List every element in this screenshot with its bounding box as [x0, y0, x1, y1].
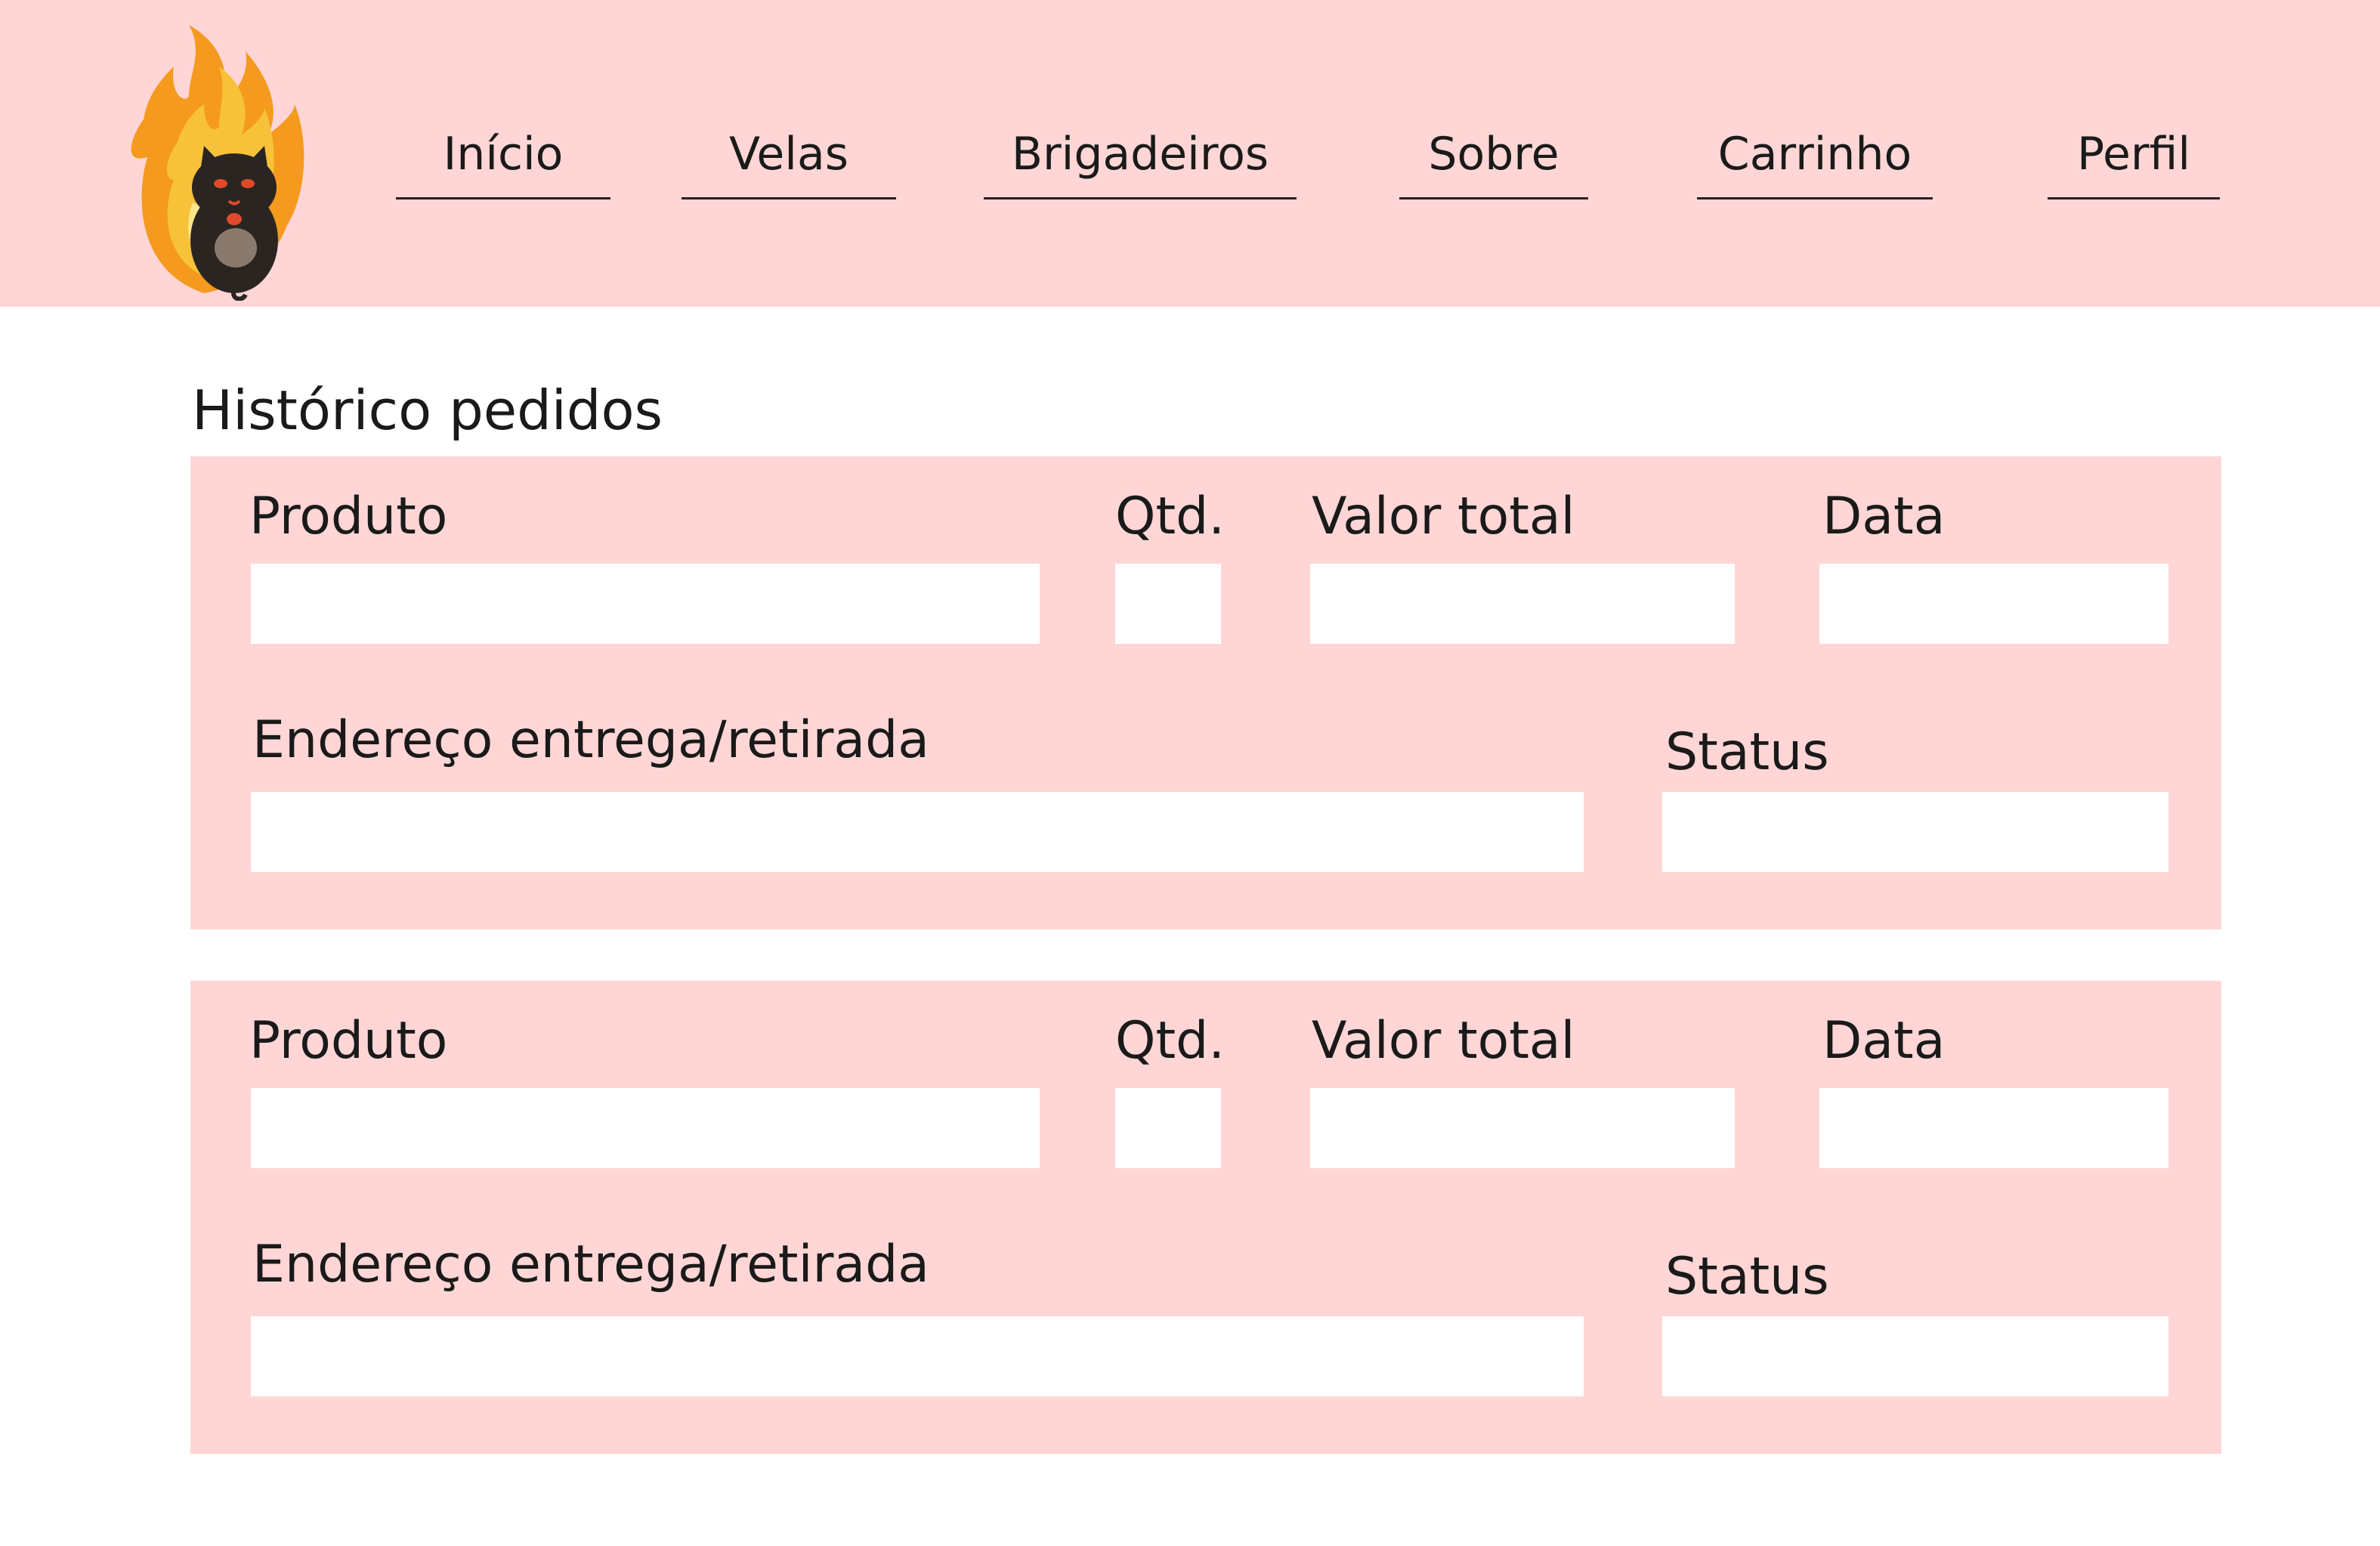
total-field[interactable]	[1310, 564, 1735, 644]
address-label: Endereço entrega/retirada	[252, 710, 929, 770]
product-label: Produto	[249, 487, 448, 546]
nav-perfil[interactable]: Perfil	[2048, 124, 2220, 199]
nav-sobre[interactable]: Sobre	[1399, 124, 1588, 199]
nav-carrinho[interactable]: Carrinho	[1697, 124, 1933, 199]
qty-field[interactable]	[1115, 564, 1221, 644]
nav-velas[interactable]: Velas	[682, 124, 896, 199]
total-field[interactable]	[1310, 1088, 1735, 1168]
status-field[interactable]	[1662, 792, 2168, 872]
status-field[interactable]	[1662, 1316, 2168, 1396]
flame-cat-logo[interactable]	[91, 21, 363, 301]
date-label: Data	[1822, 487, 1946, 546]
nav-brigadeiros[interactable]: Brigadeiros	[984, 124, 1297, 199]
status-label: Status	[1665, 722, 1829, 782]
order-card: Produto Qtd. Valor total Data Endereço e…	[190, 456, 2221, 929]
status-label: Status	[1665, 1247, 1829, 1306]
product-field[interactable]	[251, 564, 1040, 644]
page-title: Histórico pedidos	[192, 379, 663, 442]
order-card: Produto Qtd. Valor total Data Endereço e…	[190, 981, 2221, 1454]
date-field[interactable]	[1819, 564, 2168, 644]
address-field[interactable]	[251, 1316, 1584, 1396]
product-field[interactable]	[251, 1088, 1040, 1168]
total-label: Valor total	[1312, 1011, 1575, 1071]
qty-field[interactable]	[1115, 1088, 1221, 1168]
qty-label: Qtd.	[1115, 1011, 1225, 1071]
date-label: Data	[1822, 1011, 1946, 1071]
site-header: Início Velas Brigadeiros Sobre Carrinho …	[0, 0, 2380, 307]
address-field[interactable]	[251, 792, 1584, 872]
flame-cat-logo-icon	[131, 25, 304, 301]
product-label: Produto	[249, 1011, 448, 1071]
date-field[interactable]	[1819, 1088, 2168, 1168]
nav-inicio[interactable]: Início	[396, 124, 610, 199]
total-label: Valor total	[1312, 487, 1575, 546]
qty-label: Qtd.	[1115, 487, 1225, 546]
address-label: Endereço entrega/retirada	[252, 1235, 929, 1294]
